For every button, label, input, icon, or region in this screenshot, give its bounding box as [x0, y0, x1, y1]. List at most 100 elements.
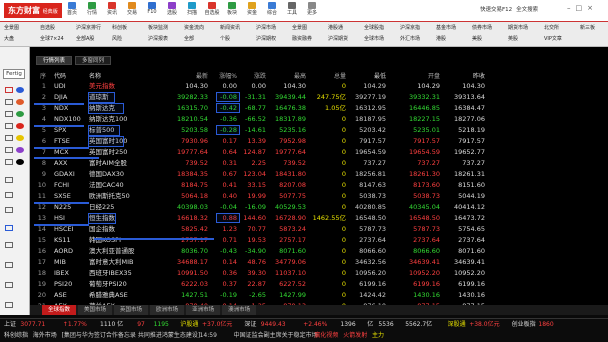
menu-item[interactable]: 工具 [282, 2, 302, 16]
menu-item[interactable]: 扫描 [182, 2, 202, 16]
col-prev[interactable]: 昨收 [445, 72, 485, 81]
crop-icon[interactable] [5, 242, 13, 248]
color-orange-icon[interactable] [16, 99, 24, 105]
nav-link[interactable]: 英股 [508, 36, 518, 43]
nav-link[interactable]: 大盘 [4, 36, 14, 43]
menu-item[interactable]: 板块 [222, 2, 242, 16]
redo-icon[interactable] [5, 207, 13, 213]
col-code[interactable]: 代码 [54, 72, 66, 81]
nav-link[interactable]: 沪深期权 [256, 36, 276, 43]
menu-item[interactable]: 资讯 [102, 2, 122, 16]
col-last[interactable]: 最新 [170, 72, 208, 81]
col-pct[interactable]: 涨幅% [211, 72, 237, 81]
nav-link[interactable]: 板块监测 [148, 25, 168, 32]
nav-link[interactable]: 科创板 [112, 25, 127, 32]
menu-item[interactable]: 自选股 [202, 2, 222, 16]
nav-link[interactable]: 资金流向 [184, 25, 204, 32]
table-row[interactable]: 17 MIB 富时意大利MIB 34688.17 0.14 48.76 34779.06 0 3… [30, 257, 608, 268]
table-row[interactable]: 12 N225 日经225 40398.03 -0.04 -16.09 40529.53 0 4… [30, 202, 608, 213]
nav-link[interactable]: 新三板 [580, 25, 595, 32]
table-row[interactable]: 8 AXX 富时AIM全股 739.52 0.31 2.25 739.52 0 737.27 73… [30, 158, 608, 169]
menu-item[interactable]: 首页 [62, 2, 82, 16]
arrow-tool-icon[interactable] [5, 123, 13, 129]
ellipse-tool-icon[interactable] [5, 135, 13, 141]
nav-link[interactable]: 沪深京指 [400, 25, 420, 32]
market-tab[interactable]: 澳洲市场 [222, 305, 257, 315]
market-tab[interactable]: 英国市场 [114, 305, 149, 315]
nav-link[interactable]: 全景图 [292, 25, 307, 32]
nav-link[interactable]: 沪深报表 [148, 36, 168, 43]
tab-quote-list[interactable]: 行情列表 [36, 56, 73, 65]
eraser-icon[interactable] [5, 177, 13, 183]
market-tab[interactable]: 全球指数 [42, 305, 77, 315]
table-row[interactable]: 11 SX5E 欧洲斯托克50 5064.18 0.40 19.99 5077.75 0 503… [30, 191, 608, 202]
menu-item[interactable]: 交易 [122, 2, 142, 16]
nav-link[interactable]: 融资融券 [292, 36, 312, 43]
line-tool-icon[interactable] [5, 99, 13, 105]
market-tab[interactable]: 亚洲市场 [186, 305, 221, 315]
col-high[interactable]: 最高 [270, 72, 306, 81]
table-row[interactable]: 2 DJIA 道琼斯 39282.33 -0.08 -31.31 39439.44 247.7… [30, 92, 608, 103]
table-row[interactable]: 10 FCHI 法国CAC40 8184.75 0.41 33.15 8207.08 0 814… [30, 180, 608, 191]
quick-trade-button[interactable]: 快速交易F12 [480, 5, 512, 13]
table-row[interactable]: 20 ASE 希腊雅典ASE 1427.51 -0.19 -2.65 1427.99 0 142… [30, 290, 608, 301]
menu-item[interactable]: 选股 [162, 2, 182, 16]
table-row[interactable]: 1 UDI 美元指数 104.30 0.00 0.00 104.30 0 104.29 104.2… [30, 81, 608, 92]
nav-link[interactable]: 期货市场 [508, 25, 528, 32]
fulltext-search-button[interactable]: 全文搜索 [516, 5, 538, 13]
table-row[interactable]: 16 AORD 澳大利亚普通股 8036.70 -0.43 -34.90 8071.60 0 8… [30, 246, 608, 257]
nav-link[interactable]: 沪深市场 [256, 25, 276, 32]
nav-link[interactable]: 全球7×24 [40, 36, 64, 43]
nav-link[interactable]: 全球股指 [364, 25, 384, 32]
table-row[interactable]: 7 MCX 英国富时250 19777.64 0.64 124.87 19777.64 0 19… [30, 147, 608, 158]
select-tool-icon[interactable] [5, 225, 13, 231]
market-tab[interactable]: 美国市场 [78, 305, 113, 315]
table-row[interactable]: 19 PSI20 葡萄牙PSI20 6222.03 0.37 22.87 6227.52 0 6… [30, 279, 608, 290]
nav-link[interactable]: 外汇市场 [400, 36, 420, 43]
nav-link[interactable]: 自选股 [40, 25, 55, 32]
nav-link[interactable]: 北交所 [544, 25, 559, 32]
color-blue-icon[interactable] [16, 87, 24, 93]
menu-item[interactable]: 更多 [302, 2, 322, 16]
color-purple-icon[interactable] [16, 147, 24, 153]
col-open[interactable]: 开盘 [400, 72, 440, 81]
nav-link[interactable]: 全球市场 [364, 36, 384, 43]
market-tab[interactable]: 欧洲市场 [150, 305, 185, 315]
table-row[interactable]: 15 KS11 韩国KOSPI 2757.17 0.71 19.53 2757.17 0 273… [30, 235, 608, 246]
table-row[interactable]: 18 IBEX 西班牙IBEX35 10991.50 0.36 39.30 11037.10… [30, 268, 608, 279]
nav-link[interactable]: 沪深京排行 [76, 25, 101, 32]
menu-item[interactable]: F10 [142, 2, 162, 16]
col-idx[interactable]: 序 [32, 72, 46, 81]
clear-icon[interactable] [5, 302, 13, 308]
table-row[interactable]: 13 HSI 恒生指数 16618.32 0.88 144.60 16728.90 1462.… [30, 213, 608, 224]
col-chg[interactable]: 涨跌 [240, 72, 266, 81]
col-name[interactable]: 名称 [89, 72, 101, 81]
menu-item[interactable]: 综合 [262, 2, 282, 16]
settings-icon[interactable] [5, 282, 13, 288]
color-red-icon[interactable] [16, 123, 24, 129]
nav-link[interactable]: 风险 [112, 36, 122, 43]
undo-icon[interactable] [5, 192, 13, 198]
save-icon[interactable] [5, 262, 13, 268]
table-row[interactable]: 9 GDAXI 德国DAX30 18384.35 0.67 123.04 18431.80 0… [30, 169, 608, 180]
nav-link[interactable]: 全部 [184, 36, 194, 43]
col-low[interactable]: 最低 [350, 72, 386, 81]
nav-link[interactable]: 债券市场 [472, 25, 492, 32]
table-row[interactable]: 14 HSCEI 国企指数 5825.42 1.23 70.77 5873.24 0 5787.… [30, 224, 608, 235]
menu-item[interactable]: 资金 [242, 2, 262, 16]
nav-link[interactable]: 基金市场 [436, 25, 456, 32]
close-icon[interactable]: × [587, 4, 593, 12]
menu-item[interactable]: 行情 [82, 2, 102, 16]
color-yellow-icon[interactable] [16, 135, 24, 141]
maximize-icon[interactable]: □ [576, 4, 583, 12]
nav-link[interactable]: 港股 [436, 36, 446, 43]
nav-link[interactable]: 个股 [220, 36, 230, 43]
text-tool-icon[interactable] [5, 147, 13, 153]
minimize-icon[interactable]: – [567, 4, 571, 12]
nav-link[interactable]: 港股通 [328, 25, 343, 32]
fertig-button[interactable]: Fertig [3, 69, 25, 79]
nav-link[interactable]: VIP文章 [544, 36, 562, 43]
pen-tool-icon[interactable] [5, 87, 13, 93]
rect-tool-icon[interactable] [5, 111, 13, 117]
nav-link[interactable]: 新闻资讯 [220, 25, 240, 32]
